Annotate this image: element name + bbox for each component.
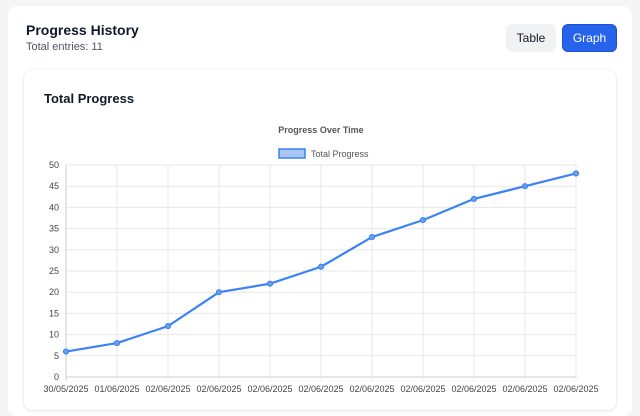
data-point[interactable] bbox=[62, 348, 70, 355]
y-tick-label: 50 bbox=[49, 160, 59, 170]
progress-chart: Progress Over Time Total Progress 0 5 10 15… bbox=[43, 125, 598, 394]
x-tick-label: 02/06/2025 bbox=[502, 384, 547, 394]
y-tick-label: 25 bbox=[49, 266, 59, 276]
data-point[interactable] bbox=[572, 170, 580, 177]
y-tick-label: 0 bbox=[54, 372, 59, 382]
data-point[interactable] bbox=[317, 263, 325, 270]
data-point[interactable] bbox=[470, 195, 478, 203]
data-point[interactable] bbox=[266, 280, 274, 287]
y-tick-label: 10 bbox=[49, 330, 59, 340]
x-tick-label: 01/06/2025 bbox=[94, 384, 139, 394]
y-tick-label: 20 bbox=[49, 287, 59, 297]
x-tick-label: 30/05/2025 bbox=[43, 384, 88, 394]
y-tick-label: 30 bbox=[49, 245, 59, 255]
y-tick-label: 15 bbox=[49, 308, 59, 318]
legend-swatch[interactable] bbox=[278, 148, 306, 159]
data-point[interactable] bbox=[521, 183, 529, 190]
data-point[interactable] bbox=[164, 323, 172, 330]
data-point[interactable] bbox=[215, 289, 223, 296]
data-point[interactable] bbox=[419, 217, 427, 224]
chart-title: Progress Over Time bbox=[278, 125, 363, 135]
x-tick-label: 02/06/2025 bbox=[451, 384, 496, 394]
x-tick-label: 02/06/2025 bbox=[349, 384, 394, 394]
x-tick-label: 02/06/2025 bbox=[400, 384, 445, 394]
x-tick-label: 02/06/2025 bbox=[196, 384, 241, 394]
data-point[interactable] bbox=[113, 339, 121, 347]
x-tick-label: 02/06/2025 bbox=[145, 384, 190, 394]
data-point[interactable] bbox=[368, 233, 376, 241]
legend-label[interactable]: Total Progress bbox=[311, 149, 369, 159]
x-tick-label: 02/06/2025 bbox=[247, 384, 292, 394]
y-tick-label: 5 bbox=[54, 351, 59, 361]
x-tick-label: 02/06/2025 bbox=[298, 384, 343, 394]
y-tick-label: 40 bbox=[49, 202, 59, 212]
y-tick-label: 35 bbox=[49, 224, 59, 234]
y-tick-label: 45 bbox=[49, 181, 59, 191]
x-tick-label: 02/06/2025 bbox=[553, 384, 598, 394]
